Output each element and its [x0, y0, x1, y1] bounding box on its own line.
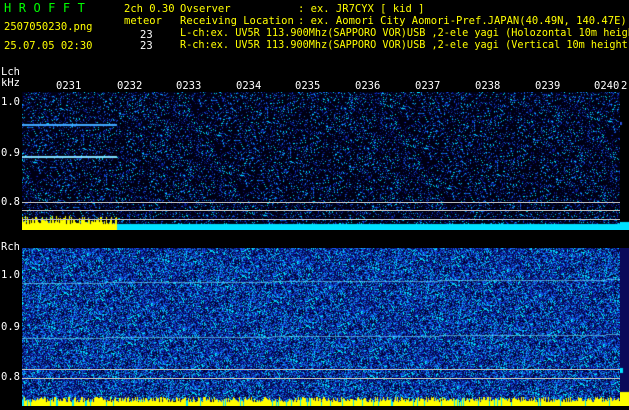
time-tick-0231: 0231 [56, 80, 82, 92]
rch-spectrogram-canvas [22, 248, 620, 406]
lch-reference-line [22, 219, 620, 220]
datetime-label: 25.07.05 02:30 [4, 40, 93, 52]
rch-ytick-0.8: 0.8 [1, 371, 20, 383]
time-tick-0233: 0233 [176, 80, 202, 92]
observer-value: : ex. JR7CYX [ kid ] [298, 3, 425, 15]
location-label: Receiving Location [180, 15, 294, 27]
lch-ytick-0.9: 0.9 [1, 147, 20, 159]
location-value: : ex. Aomori City Aomori-Pref.JAPAN(40.4… [298, 15, 627, 27]
rch-ytick-0.9: 0.9 [1, 321, 20, 333]
time-tick-0237: 0237 [415, 80, 441, 92]
lch-ytick-1.0: 1.0 [1, 96, 20, 108]
rch-count: 23 [140, 40, 153, 52]
observer-label: Ovserver [180, 3, 231, 15]
lch-reference-line [22, 202, 620, 203]
time-tick-overflow: 2 [621, 80, 628, 92]
lch-unit-label: kHz [1, 77, 20, 89]
app-name: HROFFT [4, 1, 93, 15]
time-tick-0240: 0240 [594, 80, 620, 92]
rch-ytick-1.0: 1.0 [1, 269, 20, 281]
time-tick-0238: 0238 [475, 80, 501, 92]
lch-edge-marker [620, 92, 629, 230]
rch-reference-line [22, 378, 620, 379]
version-label: 2ch 0.30 [124, 3, 175, 15]
rch-edge-marker [620, 248, 629, 406]
time-tick-0239: 0239 [535, 80, 561, 92]
time-tick-0234: 0234 [236, 80, 262, 92]
filename-label: 2507050230.png [4, 21, 93, 33]
mode-label: meteor [124, 15, 162, 27]
rch-info: R-ch:ex. UV5R 113.900Mhz(SAPPORO VOR)USB… [180, 40, 629, 51]
lch-edge-canvas [620, 92, 629, 230]
lch-reference-line [22, 210, 620, 211]
time-tick-0235: 0235 [295, 80, 321, 92]
rch-reference-line [22, 369, 620, 370]
lch-ytick-0.8: 0.8 [1, 196, 20, 208]
rch-channel-label: Rch [1, 241, 20, 253]
time-tick-0232: 0232 [117, 80, 143, 92]
lch-info: L-ch:ex. UV5R 113.900Mhz(SAPPORO VOR)USB… [180, 28, 629, 39]
rch-spectrogram [22, 248, 620, 406]
time-tick-0236: 0236 [355, 80, 381, 92]
rch-edge-canvas [620, 248, 629, 406]
lch-count: 23 [140, 29, 153, 41]
